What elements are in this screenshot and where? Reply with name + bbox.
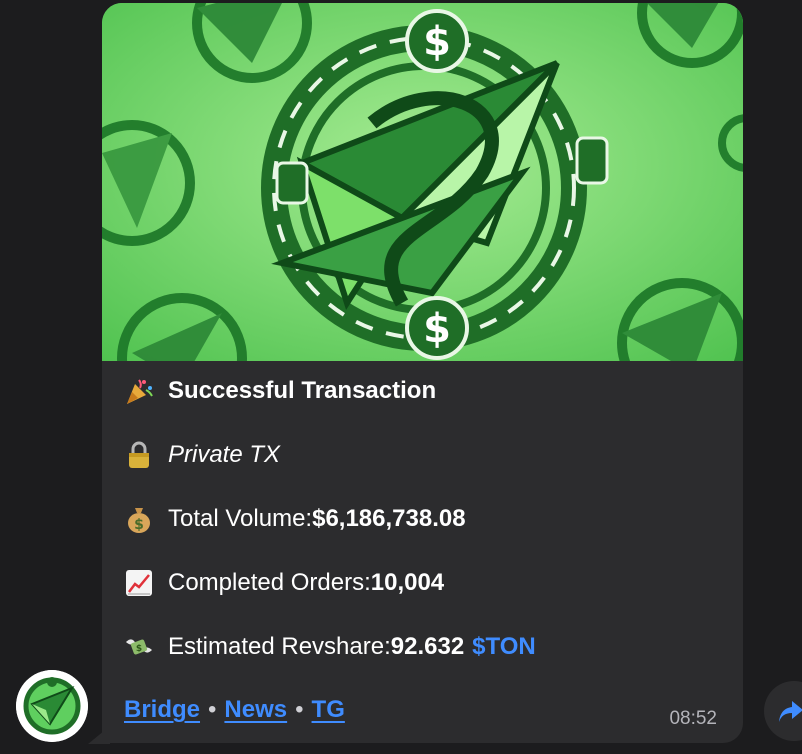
volume-value: $6,186,738.08 xyxy=(312,505,466,532)
money-with-wings-icon: $ xyxy=(124,632,154,662)
avatar[interactable] xyxy=(16,670,88,742)
revshare-value: 92.632 xyxy=(390,633,465,660)
volume-line: $ Total Volume: $6,186,738.08 xyxy=(124,504,466,534)
orders-label: Completed Orders: xyxy=(168,569,371,596)
bridge-link[interactable]: Bridge xyxy=(124,696,200,723)
link-separator: • xyxy=(208,696,217,723)
message-timestamp: 08:52 xyxy=(669,708,717,729)
revshare-label: Estimated Revshare: xyxy=(168,633,391,660)
news-link[interactable]: News xyxy=(224,696,287,723)
tg-link[interactable]: TG xyxy=(312,696,345,723)
orders-value: 10,004 xyxy=(370,569,445,596)
message-heading: Successful Transaction xyxy=(168,377,437,404)
share-arrow-icon xyxy=(779,701,802,722)
media-image[interactable]: $ $ xyxy=(102,3,743,361)
volume-label: Total Volume: xyxy=(168,505,313,532)
heading-line: Successful Transaction xyxy=(124,376,436,406)
green-arrow-logo-icon xyxy=(16,670,88,742)
privacy-line: Private TX xyxy=(124,440,280,470)
svg-text:$: $ xyxy=(136,644,142,654)
svg-text:$: $ xyxy=(134,517,144,533)
svg-text:$: $ xyxy=(423,19,451,65)
svg-text:$: $ xyxy=(423,306,451,352)
chat-screen: $ $ Successful Transaction Private TX $ xyxy=(0,0,802,754)
footer-links: Bridge • News • TG xyxy=(124,696,345,724)
party-popper-icon xyxy=(124,376,154,406)
lock-icon xyxy=(124,440,154,470)
chart-increasing-icon xyxy=(124,568,154,598)
orders-line: Completed Orders: 10,004 xyxy=(124,568,444,598)
ton-cashtag-link[interactable]: $TON xyxy=(472,633,536,661)
share-button[interactable] xyxy=(764,681,802,741)
arrow-logo-artwork: $ $ xyxy=(102,3,743,361)
message-bubble[interactable]: $ $ Successful Transaction Private TX $ xyxy=(102,3,743,743)
privacy-label: Private TX xyxy=(168,441,281,468)
money-bag-icon: $ xyxy=(124,504,154,534)
revshare-line: $ Estimated Revshare: 92.632 $TON xyxy=(124,632,536,662)
link-separator: • xyxy=(295,696,304,723)
